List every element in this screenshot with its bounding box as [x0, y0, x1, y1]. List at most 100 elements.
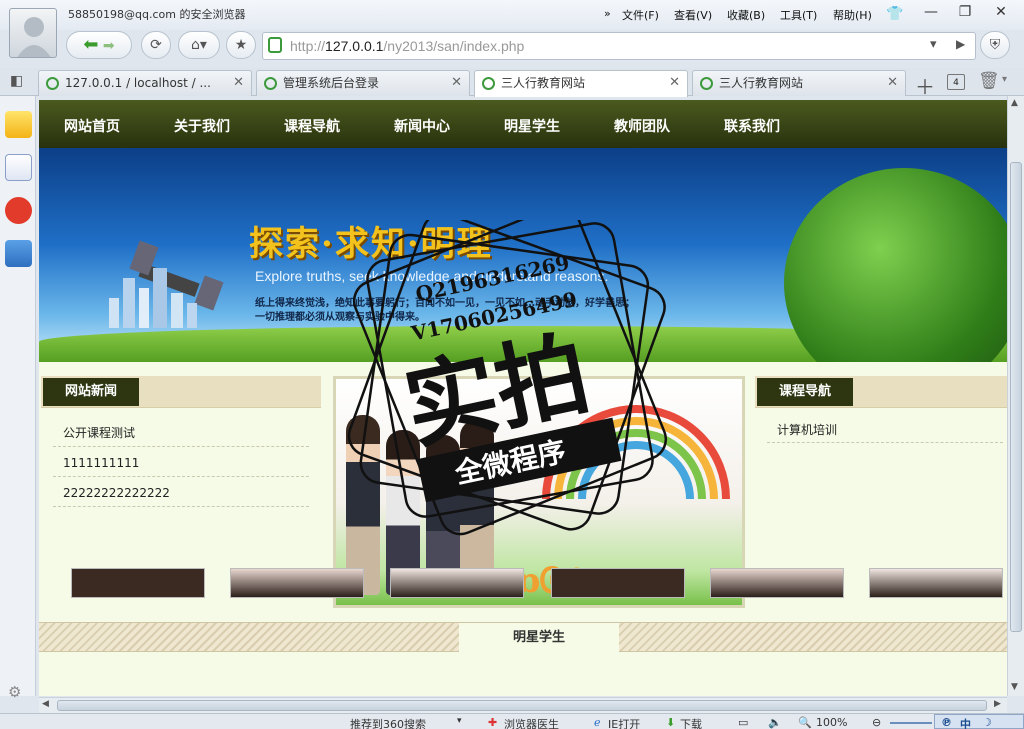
minimize-button[interactable]: — [914, 0, 948, 24]
news-item[interactable]: 22222222222222 [63, 486, 170, 500]
phone-icon[interactable] [5, 240, 32, 267]
status-search-360[interactable]: 推荐到360搜索 [350, 716, 426, 729]
go-arrow-icon[interactable]: ▶ [956, 37, 965, 51]
star-students-title: 明星学生 [459, 623, 619, 653]
close-button[interactable]: ✕ [984, 0, 1018, 24]
student-thumbnail[interactable] [869, 568, 1003, 598]
news-box-title: 网站新闻 [43, 378, 139, 406]
zoom-slider[interactable] [890, 722, 932, 724]
security-shield-button[interactable]: ⛨ [980, 31, 1010, 59]
student-thumbnail[interactable] [230, 568, 364, 598]
star-students-header: 明星学生 [39, 622, 1007, 653]
trash-dropdown-icon[interactable]: ▾ [1002, 74, 1007, 85]
status-open-in-ie[interactable]: IE打开 [608, 716, 640, 729]
doctor-cross-icon: ✚ [488, 716, 498, 729]
maximize-button[interactable]: ❐ [948, 0, 982, 24]
zoom-icon: 🔍 [798, 716, 812, 729]
shield-icon: ⛨ [989, 37, 1001, 53]
menu-help[interactable]: 帮助(H) [833, 7, 872, 23]
weibo-icon[interactable] [5, 197, 32, 224]
nav-courses[interactable]: 课程导航 [284, 116, 340, 136]
skin-shirt-icon[interactable]: 👕 [886, 6, 903, 22]
star-icon: ★ [234, 37, 248, 53]
refresh-button[interactable]: ⟳ [141, 31, 171, 59]
settings-gear-icon[interactable]: ⚙ [8, 683, 21, 701]
address-url[interactable]: http://127.0.0.1/ny2013/san/index.php [290, 38, 524, 54]
new-tab-plus-icon[interactable]: ＋ [915, 71, 935, 100]
trash-icon[interactable]: 🗑 [978, 71, 1000, 91]
speaker-icon[interactable]: 🔈 [768, 716, 782, 729]
left-sidebar [0, 96, 36, 696]
tab-count-badge[interactable]: 4 [947, 74, 965, 90]
tab-label: 三人行教育网站 [501, 76, 586, 90]
account-label: 58850198@qq.com 的安全浏览器 [68, 8, 246, 21]
ime-mode[interactable]: 中 [960, 716, 971, 729]
address-dropdown-icon[interactable]: ▾ [930, 37, 937, 52]
tab-edu-site-active[interactable]: 三人行教育网站 ✕ [474, 70, 688, 97]
avatar-silhouette-icon [17, 17, 51, 57]
download-icon: ⬇ [666, 716, 676, 729]
ime-logo-icon: ℗ [941, 716, 952, 729]
student-thumbnail[interactable] [71, 568, 205, 598]
tab-edu-site[interactable]: 三人行教育网站 ✕ [692, 70, 906, 96]
nav-teachers[interactable]: 教师团队 [614, 116, 670, 136]
horizontal-scrollbar[interactable]: ◀ ▶ [39, 697, 1007, 713]
nav-news[interactable]: 新闻中心 [394, 116, 450, 136]
menu-favorites[interactable]: 收藏(B) [727, 7, 765, 23]
tab-label: 127.0.0.1 / localhost / ... [65, 76, 211, 90]
close-icon[interactable]: ✕ [451, 71, 462, 95]
user-avatar[interactable] [9, 8, 57, 58]
tab-label: 三人行教育网站 [719, 76, 804, 90]
screen-icon[interactable]: ▭ [738, 716, 748, 729]
news-item[interactable]: 1111111111 [63, 456, 139, 470]
zoom-out-icon[interactable]: ⊖ [872, 716, 881, 729]
scroll-down-icon[interactable]: ▼ [1011, 682, 1018, 692]
close-icon[interactable]: ✕ [233, 71, 244, 95]
close-icon[interactable]: ✕ [669, 71, 680, 95]
course-item[interactable]: 计算机培训 [777, 421, 837, 438]
forward-arrow-icon[interactable]: ➡ [103, 38, 115, 54]
scroll-left-icon[interactable]: ◀ [42, 699, 49, 709]
divider [53, 476, 309, 477]
tab-localhost[interactable]: 127.0.0.1 / localhost / ... ✕ [38, 70, 252, 96]
divider [53, 506, 309, 507]
horizontal-scroll-thumb[interactable] [57, 700, 987, 711]
status-browser-doctor[interactable]: 浏览器医生 [504, 716, 559, 729]
nav-about[interactable]: 关于我们 [174, 116, 230, 136]
scroll-right-icon[interactable]: ▶ [994, 699, 1001, 709]
nav-star-students[interactable]: 明星学生 [504, 116, 560, 136]
back-arrow-icon[interactable]: ⬅ [83, 34, 98, 55]
home-icon: ⌂▾ [191, 37, 207, 53]
vertical-scrollbar[interactable]: ▲ ▼ [1007, 96, 1024, 696]
courses-box-title: 课程导航 [757, 378, 853, 406]
sidebar-toggle-icon[interactable]: ◧ [10, 73, 23, 89]
close-icon[interactable]: ✕ [887, 71, 898, 95]
student-thumbnail[interactable] [390, 568, 524, 598]
home-button[interactable]: ⌂▾ [178, 31, 220, 59]
watermark-stamp: Q2196316269 V17060256499 实拍 全微程序 [347, 220, 668, 536]
menu-chevron-icon[interactable]: » [604, 7, 611, 20]
student-thumbnail[interactable] [551, 568, 685, 598]
menu-file[interactable]: 文件(F) [622, 7, 659, 23]
status-dropdown-icon[interactable]: ▾ [457, 716, 462, 726]
page-icon [268, 37, 282, 53]
menu-tools[interactable]: 工具(T) [780, 7, 817, 23]
menu-view[interactable]: 查看(V) [674, 7, 712, 23]
ime-moon-icon[interactable]: ☽ [982, 716, 992, 729]
news-icon[interactable] [5, 154, 32, 181]
news-item[interactable]: 公开课程测试 [63, 424, 135, 441]
status-zoom[interactable]: 100% [816, 716, 847, 729]
scroll-up-icon[interactable]: ▲ [1011, 98, 1018, 108]
nav-home[interactable]: 网站首页 [64, 116, 120, 136]
banner-globe-illustration [784, 168, 1007, 362]
divider [53, 446, 309, 447]
student-thumbnail[interactable] [710, 568, 844, 598]
tab-admin-login[interactable]: 管理系统后台登录 ✕ [256, 70, 470, 96]
status-download[interactable]: 下载 [680, 716, 702, 729]
ie-icon: ℯ [594, 716, 601, 729]
favorites-star-icon[interactable] [5, 111, 32, 138]
nav-contact[interactable]: 联系我们 [724, 116, 780, 136]
back-forward-group[interactable]: ⬅ ➡ [66, 31, 132, 59]
vertical-scroll-thumb[interactable] [1010, 162, 1022, 632]
favorite-star-button[interactable]: ★ [226, 31, 256, 59]
